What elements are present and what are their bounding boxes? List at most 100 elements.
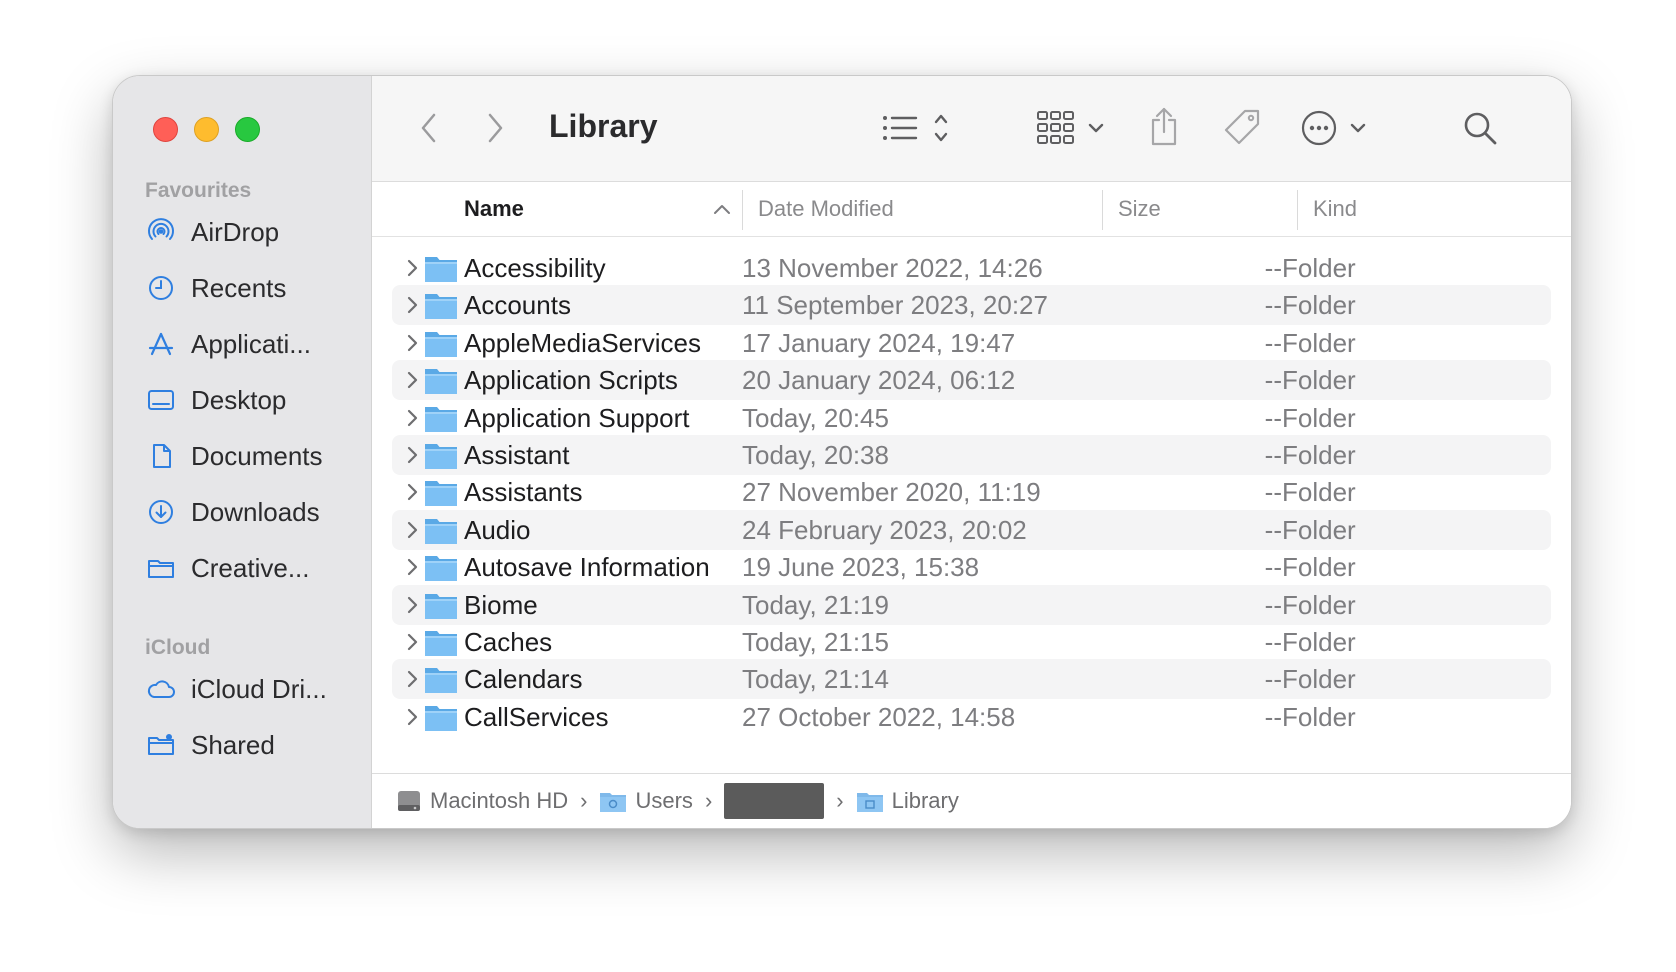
disclosure-chevron-icon[interactable] [400,290,424,320]
sidebar-section-favourites: Favourites [145,179,252,202]
column-date-modified[interactable]: Date Modified [758,182,894,236]
sidebar-item-label: iCloud Dri... [191,673,327,704]
clock-icon [145,272,177,304]
table-row[interactable]: Assistant Today, 20:38 -- Folder [392,435,1551,475]
table-row[interactable]: Application Scripts 20 January 2024, 06:1… [392,360,1551,401]
sidebar-item-airdrop[interactable]: AirDrop [145,212,355,252]
file-name: Accounts [464,290,571,321]
disclosure-chevron-icon[interactable] [400,328,424,358]
table-row[interactable]: Accounts 11 September 2023, 20:27 -- Folder [392,285,1551,326]
disclosure-chevron-icon[interactable] [400,627,424,657]
file-size: -- [1264,589,1282,620]
table-row[interactable]: Calendars Today, 21:14 -- Folder [392,659,1551,700]
sidebar-item-icloud-drive[interactable]: iCloud Dri... [145,669,355,709]
column-divider[interactable] [742,190,743,230]
table-row[interactable]: Biome Today, 21:19 -- Folder [392,584,1551,625]
finder-window: Favourites AirDrop Recents Applicati... … [112,75,1572,829]
group-button[interactable] [1036,106,1112,150]
column-size[interactable]: Size [1118,182,1161,236]
sidebar-section-icloud: iCloud [145,636,211,659]
library-folder-icon [856,793,883,812]
file-date-modified: Today, 21:19 [742,589,889,620]
file-name: CallServices [464,701,609,732]
path-item-library[interactable]: Library [856,788,959,814]
disclosure-chevron-icon[interactable] [400,515,424,545]
sidebar-item-label: Applicati... [191,328,311,359]
sidebar-item-creative[interactable]: Creative... [145,548,355,588]
file-date-modified: 19 June 2023, 15:38 [742,552,980,583]
file-kind: Folder [1282,627,1356,657]
back-button[interactable] [412,108,446,148]
path-item-macintosh-hd[interactable]: Macintosh HD [396,788,568,814]
disclosure-chevron-icon[interactable] [400,403,424,433]
column-name[interactable]: Name [464,182,524,236]
disclosure-chevron-icon[interactable] [400,253,424,283]
folder-icon [425,331,457,357]
folder-icon [425,705,457,731]
file-date-modified: 24 February 2023, 20:02 [742,514,1027,545]
table-row[interactable]: Accessibility 13 November 2022, 14:26 -- Fo… [392,248,1551,288]
column-divider[interactable] [1102,190,1103,230]
file-size: -- [1264,253,1282,283]
sidebar-item-label: Desktop [191,384,287,415]
folder-icon [425,593,457,619]
file-date-modified: 20 January 2024, 06:12 [742,365,1016,396]
table-row[interactable]: Assistants 27 November 2020, 11:19 -- Folde… [392,472,1551,512]
column-header: Name Date Modified Size Kind [372,182,1571,237]
tag-icon [1224,109,1260,145]
folder-icon [425,406,457,432]
table-row[interactable]: Audio 24 February 2023, 20:02 -- Folder [392,509,1551,550]
close-button[interactable] [153,117,178,142]
disclosure-chevron-icon[interactable] [400,440,424,470]
file-size: -- [1264,701,1282,732]
table-row[interactable]: AppleMediaServices 17 January 2024, 19:47… [392,323,1551,363]
file-name: Application Support [464,402,690,433]
disclosure-chevron-icon[interactable] [400,477,424,507]
zoom-button[interactable] [235,117,260,142]
file-kind: Folder [1282,253,1356,283]
path-item-users[interactable]: Users [599,788,693,814]
share-button[interactable] [1146,104,1182,150]
file-size: -- [1264,440,1282,470]
file-name: Calendars [464,664,583,695]
chevron-right-icon: › [704,788,713,813]
column-divider[interactable] [1297,190,1298,230]
folder-icon [425,556,457,582]
toolbar: Library [372,76,1571,182]
airdrop-icon [145,216,177,248]
table-row[interactable]: CallServices 27 October 2022, 14:58 -- Fold… [392,697,1551,737]
cloud-icon [145,673,177,705]
applications-icon [145,328,177,360]
file-name: Assistant [464,440,570,470]
sidebar-item-downloads[interactable]: Downloads [145,492,355,532]
table-row[interactable]: Autosave Information 19 June 2023, 15:38 -… [392,547,1551,587]
file-size: -- [1264,627,1282,657]
sidebar: Favourites AirDrop Recents Applicati... … [113,76,372,828]
disclosure-chevron-icon[interactable] [400,590,424,620]
minimize-button[interactable] [194,117,219,142]
sidebar-item-desktop[interactable]: Desktop [145,380,355,420]
redacted-username[interactable] [724,783,825,819]
sidebar-item-applications[interactable]: Applicati... [145,324,355,364]
chevron-right-icon [488,113,503,143]
document-icon [145,440,177,472]
view-options-button[interactable] [880,108,960,148]
tag-button[interactable] [1220,106,1264,150]
sidebar-item-documents[interactable]: Documents [145,436,355,476]
disclosure-chevron-icon[interactable] [400,702,424,732]
sidebar-item-label: Recents [191,272,287,303]
forward-button[interactable] [478,108,512,148]
sidebar-item-recents[interactable]: Recents [145,268,355,308]
more-actions-button[interactable] [1300,106,1374,150]
sidebar-item-label: Shared [191,729,275,760]
table-row[interactable]: Application Support Today, 20:45 -- Folder [392,398,1551,438]
disclosure-chevron-icon[interactable] [400,664,424,694]
file-date-modified: 17 January 2024, 19:47 [742,327,1016,358]
disclosure-chevron-icon[interactable] [400,552,424,582]
column-kind[interactable]: Kind [1313,182,1357,236]
sidebar-item-shared[interactable]: Shared [145,725,355,765]
disclosure-chevron-icon[interactable] [400,365,424,395]
sidebar-item-label: Documents [191,440,323,471]
table-row[interactable]: Caches Today, 21:15 -- Folder [392,622,1551,662]
search-button[interactable] [1460,106,1500,150]
